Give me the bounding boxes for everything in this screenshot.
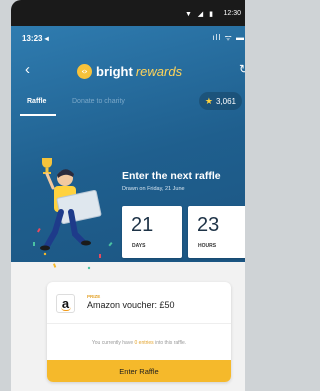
entries-count: 0 entries <box>134 340 154 346</box>
tab-donate-to-charity[interactable]: Donate to charity <box>72 98 125 105</box>
brand-rewards: rewards <box>135 63 183 79</box>
entries-text: You currently have 0 entries into this r… <box>47 340 231 346</box>
phone-status-bar: 13:23 ◂ ıll ᯤ ▬ <box>11 26 245 46</box>
countdown-days-value: 21 <box>131 214 154 236</box>
prize-label: PRIZE <box>87 294 101 299</box>
system-clock: 12:30 <box>223 10 241 17</box>
star-icon: ★ <box>204 95 213 106</box>
prize-card: a PRIZE Amazon voucher: £50 You currentl… <box>47 282 231 382</box>
refresh-icon[interactable]: ↻ <box>239 62 245 76</box>
tab-raffle[interactable]: Raffle <box>27 98 46 105</box>
bright-rewards-logo: bright rewards <box>77 62 182 80</box>
enter-raffle-button[interactable]: Enter Raffle <box>47 360 231 382</box>
brand-bright: bright <box>96 63 133 79</box>
raffle-draw-date: Drawn on Friday, 21 June <box>122 186 185 192</box>
prize-name: Amazon voucher: £50 <box>87 300 175 310</box>
card-divider <box>47 323 231 324</box>
countdown-days: 21 DAYS <box>122 206 182 258</box>
raffle-title: Enter the next raffle <box>122 170 221 182</box>
tab-active-indicator <box>20 114 56 116</box>
phone-clock: 13:23 ◂ <box>22 34 49 43</box>
device-screen: ▼ ◢ ▮ 12:30 13:23 ◂ ıll ᯤ ▬ ‹ ↻ bright r… <box>11 0 245 391</box>
raffle-hero: 13:23 ◂ ıll ᯤ ▬ ‹ ↻ bright rewards Raffl… <box>11 26 245 270</box>
system-status-icons: ▼ ◢ ▮ <box>184 11 215 18</box>
phone-status-icons: ıll ᯤ ▬ <box>212 33 245 42</box>
system-status-bar: ▼ ◢ ▮ 12:30 <box>11 0 245 26</box>
countdown-hours-value: 23 <box>197 214 220 236</box>
countdown-days-unit: DAYS <box>132 243 146 249</box>
back-icon[interactable]: ‹ <box>25 62 30 77</box>
brand-bulb-icon <box>77 63 92 79</box>
raffle-winner-illustration <box>33 158 113 270</box>
entries-text-before: You currently have <box>91 340 135 346</box>
points-badge: ★ 3,061 <box>198 92 242 110</box>
entries-text-after: into this raffle. <box>153 340 187 346</box>
amazon-logo-icon: a <box>56 294 75 313</box>
countdown-hours: 23 HOURS <box>188 206 245 258</box>
amazon-smile-icon <box>61 307 71 311</box>
countdown-hours-unit: HOURS <box>198 243 217 249</box>
points-value: 3,061 <box>215 96 236 106</box>
